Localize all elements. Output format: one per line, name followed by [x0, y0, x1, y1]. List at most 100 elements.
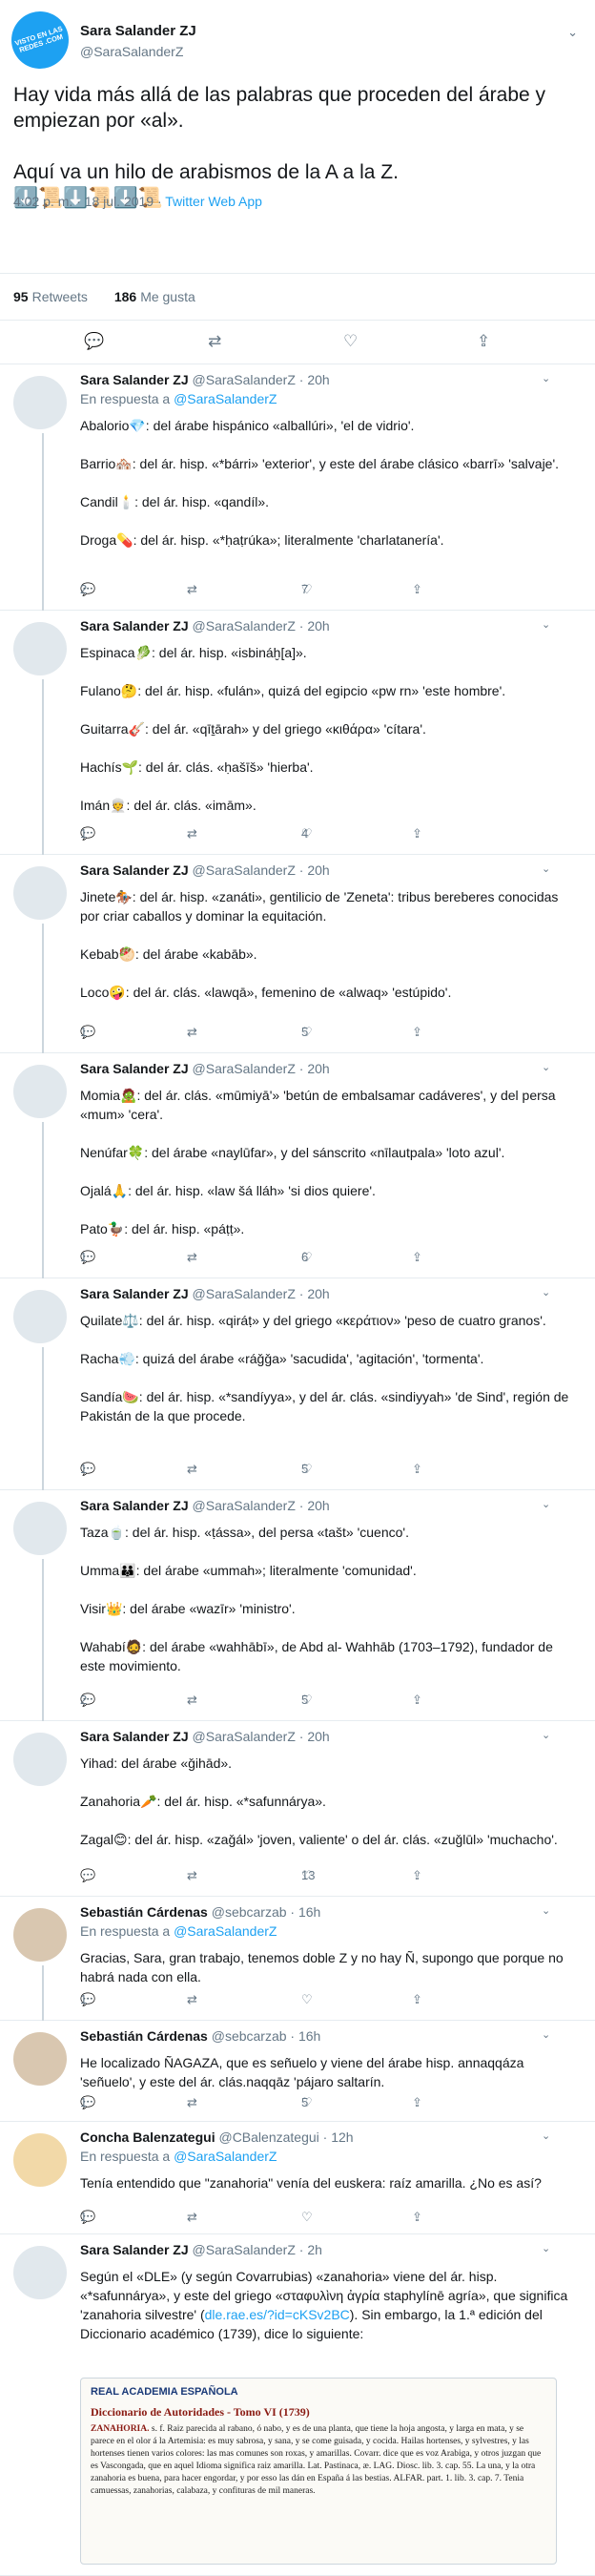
author-name[interactable]: Sara Salander ZJ: [80, 2242, 189, 2257]
thread-tweet[interactable]: Sara Salander ZJ @SaraSalanderZ · 20h ⌄ Yi…: [0, 1721, 595, 1897]
retweet-icon[interactable]: ⇄: [187, 1025, 197, 1040]
avatar[interactable]: [13, 2032, 67, 2086]
main-actions: 💬 ⇄ ♡ ⇪: [0, 321, 595, 364]
author-name[interactable]: Sara Salander ZJ: [80, 1061, 189, 1076]
avatar[interactable]: [13, 866, 67, 920]
chevron-down-icon[interactable]: ⌄: [542, 2129, 550, 2142]
chevron-down-icon[interactable]: ⌄: [542, 862, 550, 875]
author-handle[interactable]: @SaraSalanderZ · 20h: [193, 372, 330, 387]
share-icon[interactable]: ⇪: [412, 1025, 422, 1040]
chevron-down-icon[interactable]: ⌄: [542, 2242, 550, 2254]
thread-tweet[interactable]: Sara Salander ZJ @SaraSalanderZ · 20h ⌄ En…: [0, 364, 595, 611]
retweets-label[interactable]: Retweets: [32, 289, 88, 304]
chevron-down-icon[interactable]: ⌄: [542, 372, 550, 384]
retweet-icon[interactable]: ⇄: [187, 826, 197, 841]
author-handle[interactable]: @SaraSalanderZ · 20h: [193, 1061, 330, 1076]
thread-tweet[interactable]: Sara Salander ZJ @SaraSalanderZ · 20h ⌄ Qu…: [0, 1278, 595, 1490]
author-name[interactable]: Sara Salander ZJ: [80, 1729, 189, 1744]
likes-label[interactable]: Me gusta: [140, 289, 195, 304]
chevron-down-icon[interactable]: ⌄: [542, 1061, 550, 1073]
retweet-icon[interactable]: ⇄: [208, 332, 221, 351]
chevron-down-icon[interactable]: ⌄: [542, 1904, 550, 1917]
author-handle[interactable]: @SaraSalanderZ · 20h: [193, 1498, 330, 1513]
chevron-down-icon[interactable]: ⌄: [542, 1729, 550, 1741]
avatar[interactable]: [13, 1908, 67, 1962]
retweet-icon[interactable]: ⇄: [187, 2210, 197, 2225]
like-icon[interactable]: ♡: [301, 2210, 313, 2225]
author-handle[interactable]: @CBalenzategui · 12h: [218, 2129, 353, 2145]
retweet-icon[interactable]: ⇄: [187, 582, 197, 597]
retweet-count[interactable]: 95: [13, 289, 29, 304]
share-icon[interactable]: ⇪: [412, 1462, 422, 1477]
tweet-actions: 💬 ⇄ ♡ 13 ⇪: [80, 1868, 557, 1887]
author-handle[interactable]: @SaraSalanderZ: [80, 44, 183, 59]
tweet-header: Sebastián Cárdenas @sebcarzab · 16h ⌄: [80, 2028, 550, 2044]
author-name[interactable]: Sara Salander ZJ: [80, 618, 189, 634]
author-name[interactable]: Sara Salander ZJ: [80, 862, 189, 878]
retweet-icon[interactable]: ⇄: [187, 2095, 197, 2110]
retweet-icon[interactable]: ⇄: [187, 1868, 197, 1883]
avatar[interactable]: [13, 1290, 67, 1343]
chevron-down-icon[interactable]: ⌄: [542, 618, 550, 631]
author-handle[interactable]: @SaraSalanderZ · 20h: [193, 1729, 330, 1744]
avatar[interactable]: [13, 1733, 67, 1786]
thread-tweet[interactable]: Sara Salander ZJ @SaraSalanderZ · 20h ⌄ Ta…: [0, 1490, 595, 1721]
like-icon[interactable]: ♡: [301, 1992, 313, 2007]
share-icon[interactable]: ⇪: [412, 582, 422, 597]
avatar[interactable]: [13, 376, 67, 429]
retweet-icon[interactable]: ⇄: [187, 1992, 197, 2007]
like-icon[interactable]: ♡: [343, 332, 358, 351]
thread-tweet[interactable]: Sebastián Cárdenas @sebcarzab · 16h ⌄ En r…: [0, 1897, 595, 2021]
retweet-icon[interactable]: ⇄: [187, 1693, 197, 1708]
author-handle[interactable]: @sebcarzab · 16h: [212, 1904, 321, 1920]
author-name[interactable]: Sara Salander ZJ: [80, 1498, 189, 1513]
share-icon[interactable]: ⇪: [412, 1868, 422, 1883]
author-handle[interactable]: @SaraSalanderZ · 2h: [193, 2242, 322, 2257]
thread-tweet[interactable]: Sebastián Cárdenas @sebcarzab · 16h ⌄ He l…: [0, 2021, 595, 2122]
avatar[interactable]: [13, 2246, 67, 2299]
share-icon[interactable]: ⇪: [412, 1693, 422, 1708]
thread-tweet[interactable]: Sara Salander ZJ @SaraSalanderZ · 20h ⌄ Mo…: [0, 1053, 595, 1278]
author-name[interactable]: Sara Salander ZJ: [80, 372, 189, 387]
retweet-icon[interactable]: ⇄: [187, 1250, 197, 1265]
source-link[interactable]: Twitter Web App: [165, 194, 262, 209]
reply-to-link[interactable]: @SaraSalanderZ: [174, 2149, 277, 2164]
avatar[interactable]: [13, 1502, 67, 1555]
chevron-down-icon[interactable]: ⌄: [542, 1498, 550, 1510]
reply-to-link[interactable]: @SaraSalanderZ: [174, 1923, 277, 1939]
avatar[interactable]: [13, 622, 67, 675]
author-name[interactable]: Sara Salander ZJ: [80, 23, 196, 39]
author-name[interactable]: Sebastián Cárdenas: [80, 2028, 208, 2044]
chevron-down-icon[interactable]: ⌄: [542, 1286, 550, 1298]
quote-header: REAL ACADEMIA ESPAÑOLA: [91, 2386, 238, 2398]
like-count[interactable]: 186: [114, 289, 136, 304]
chevron-down-icon[interactable]: ⌄: [542, 2028, 550, 2041]
author-name[interactable]: Sebastián Cárdenas: [80, 1904, 208, 1920]
avatar[interactable]: [13, 2133, 67, 2187]
reply-icon[interactable]: 💬: [84, 332, 104, 351]
reply-count: 1: [80, 1992, 88, 2006]
author-handle[interactable]: @SaraSalanderZ · 20h: [193, 862, 330, 878]
author-handle[interactable]: @sebcarzab · 16h: [212, 2028, 321, 2044]
author-name[interactable]: Concha Balenzategui: [80, 2129, 215, 2145]
share-icon[interactable]: ⇪: [477, 332, 490, 351]
thread-tweet[interactable]: Sara Salander ZJ @SaraSalanderZ · 2h ⌄ Seg…: [0, 2234, 595, 2576]
avatar[interactable]: [13, 1065, 67, 1118]
reply-icon[interactable]: 💬: [80, 1868, 95, 1883]
dle-link[interactable]: dle.rae.es/?id=cKSv2BC: [205, 2307, 350, 2322]
thread-tweet[interactable]: Sara Salander ZJ @SaraSalanderZ · 20h ⌄ Es…: [0, 611, 595, 855]
thread-tweet[interactable]: Sara Salander ZJ @SaraSalanderZ · 20h ⌄ Ji…: [0, 855, 595, 1053]
author-handle[interactable]: @SaraSalanderZ · 20h: [193, 618, 330, 634]
reply-to-link[interactable]: @SaraSalanderZ: [174, 391, 277, 406]
share-icon[interactable]: ⇪: [412, 2210, 422, 2225]
author-handle[interactable]: @SaraSalanderZ · 20h: [193, 1286, 330, 1301]
share-icon[interactable]: ⇪: [412, 826, 422, 841]
author-name[interactable]: Sara Salander ZJ: [80, 1286, 189, 1301]
quoted-image[interactable]: REAL ACADEMIA ESPAÑOLA Diccionario de Au…: [80, 2378, 557, 2565]
share-icon[interactable]: ⇪: [412, 1250, 422, 1265]
retweet-icon[interactable]: ⇄: [187, 1462, 197, 1477]
share-icon[interactable]: ⇪: [412, 1992, 422, 2007]
thread-tweet[interactable]: Concha Balenzategui @CBalenzategui · 12h…: [0, 2122, 595, 2234]
share-icon[interactable]: ⇪: [412, 2095, 422, 2110]
chevron-down-icon[interactable]: ⌄: [567, 25, 578, 40]
